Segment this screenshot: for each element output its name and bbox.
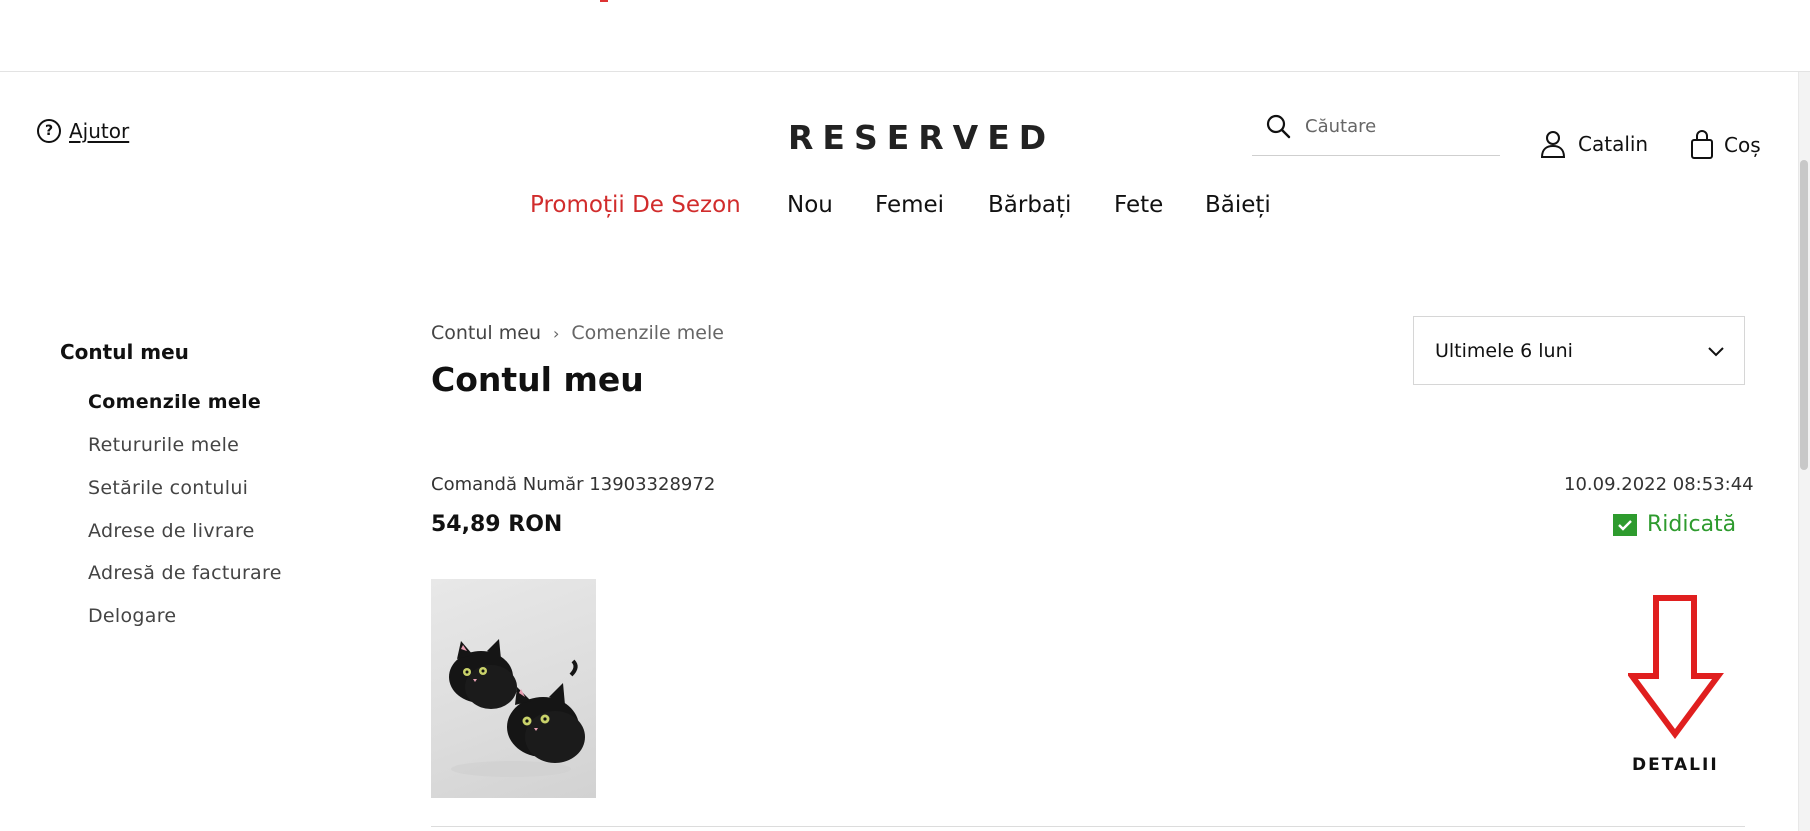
top-band-mark xyxy=(600,0,608,2)
order-details-link[interactable]: DETALII xyxy=(1632,755,1719,775)
help-icon: ? xyxy=(37,119,61,143)
sidebar-item-setarile[interactable]: Setările contului xyxy=(88,477,248,499)
breadcrumb-item-contul[interactable]: Contul meu xyxy=(431,322,541,344)
cat-slippers-image xyxy=(449,639,585,777)
cart-link[interactable]: Coș xyxy=(1690,130,1761,160)
period-select-value: Ultimele 6 luni xyxy=(1435,339,1573,362)
sidebar-item-delogare[interactable]: Delogare xyxy=(88,605,176,627)
page-scrollbar[interactable] xyxy=(1798,72,1810,831)
period-select[interactable]: Ultimele 6 luni xyxy=(1413,316,1745,385)
annotation-down-arrow-icon xyxy=(1628,595,1724,740)
product-image[interactable] xyxy=(431,579,596,798)
sidebar-item-adresa-facturare[interactable]: Adresă de facturare xyxy=(88,562,282,584)
cart-label: Coș xyxy=(1724,133,1761,157)
brand-logo[interactable]: RESERVED xyxy=(788,118,1055,157)
help-label: Ajutor xyxy=(69,119,130,143)
main-navigation: Promoții De Sezon Nou Femei Bărbați Fete… xyxy=(0,192,1810,222)
order-status: Ridicată xyxy=(1613,512,1736,537)
sidebar-item-retururile[interactable]: Retururile mele xyxy=(88,434,239,456)
shopping-bag-icon xyxy=(1691,130,1713,159)
order-status-label: Ridicată xyxy=(1647,512,1737,537)
search-icon[interactable] xyxy=(1264,112,1292,140)
nav-item-barbati[interactable]: Bărbați xyxy=(988,192,1071,218)
account-link[interactable]: Catalin xyxy=(1540,130,1648,158)
help-link[interactable]: ? Ajutor xyxy=(37,119,129,143)
nav-item-promotii[interactable]: Promoții De Sezon xyxy=(530,192,741,218)
nav-item-nou[interactable]: Nou xyxy=(787,192,833,218)
order-number: Comandă Număr 13903328972 xyxy=(431,474,716,495)
breadcrumb: Contul meu › Comenzile mele xyxy=(431,322,724,344)
nav-item-fete[interactable]: Fete xyxy=(1114,192,1163,218)
breadcrumb-item-current: Comenzile mele xyxy=(571,322,724,344)
order-total: 54,89 RON xyxy=(431,512,563,537)
chevron-right-icon: › xyxy=(552,323,560,343)
order-date: 10.09.2022 08:53:44 xyxy=(1564,474,1754,495)
search-bar[interactable] xyxy=(1252,106,1500,156)
user-name: Catalin xyxy=(1578,132,1649,156)
chevron-down-icon xyxy=(1708,347,1724,357)
user-icon xyxy=(1540,131,1566,158)
page-title: Contul meu xyxy=(431,360,644,399)
sidebar-item-comenzile[interactable]: Comenzile mele xyxy=(88,391,261,413)
sidebar-title: Contul meu xyxy=(60,340,189,364)
nav-item-baieti[interactable]: Băieți xyxy=(1205,192,1271,218)
sidebar-item-adrese-livrare[interactable]: Adrese de livrare xyxy=(88,520,255,542)
check-icon xyxy=(1613,513,1637,536)
search-input[interactable] xyxy=(1305,112,1495,140)
browser-top-band xyxy=(0,0,1810,72)
nav-item-femei[interactable]: Femei xyxy=(875,192,944,218)
order-divider xyxy=(431,826,1745,827)
